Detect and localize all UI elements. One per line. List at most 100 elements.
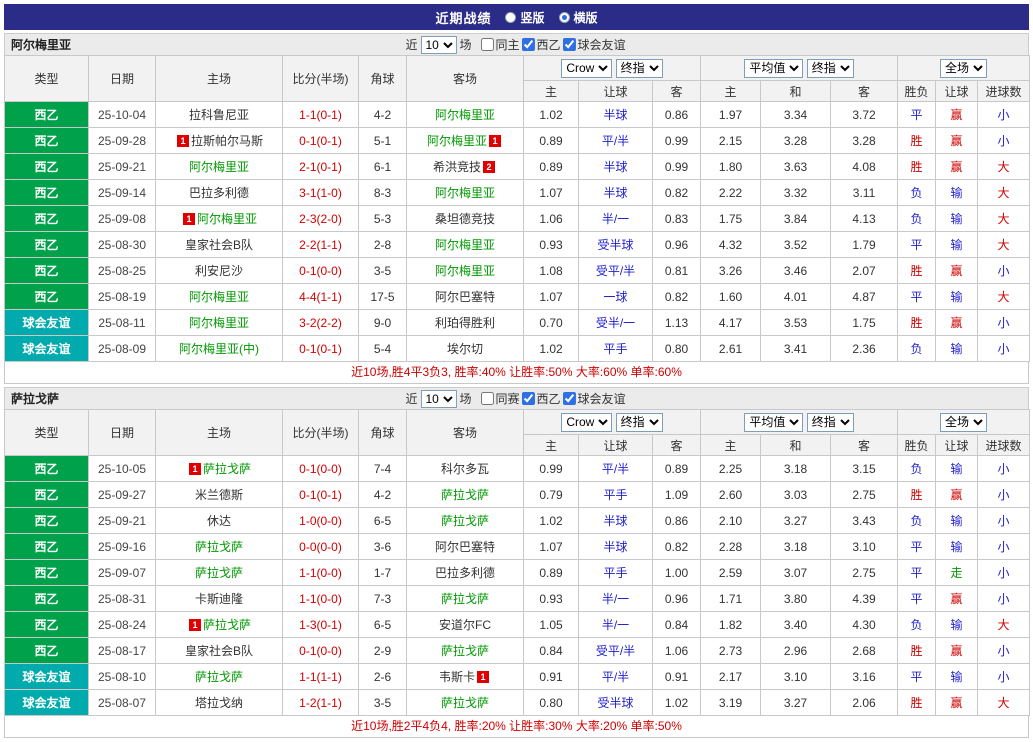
team-link[interactable]: 埃尔切 <box>447 342 483 356</box>
avg-select[interactable]: 平均值 <box>744 412 804 432</box>
team-link[interactable]: 阿尔梅里亚 <box>435 186 495 200</box>
filter-checkbox[interactable]: 同赛 <box>480 390 520 407</box>
team-link[interactable]: 皇家社会B队 <box>185 238 253 252</box>
odds-final-select[interactable]: 终指 <box>615 58 663 78</box>
team-link[interactable]: 利安尼沙 <box>195 264 243 278</box>
score-link[interactable]: 0-1(0-0) <box>282 455 359 482</box>
team-link[interactable]: 拉斯帕尔马斯 <box>191 134 263 148</box>
team-link[interactable]: 萨拉戈萨 <box>195 670 243 684</box>
corners: 9-0 <box>358 309 407 336</box>
team-link[interactable]: 塔拉戈纳 <box>195 696 243 710</box>
score-link[interactable]: 2-2(1-1) <box>282 231 359 258</box>
result-handicap: 赢 <box>935 257 979 284</box>
team-link[interactable]: 萨拉戈萨 <box>195 540 243 554</box>
avg-final-select[interactable]: 终指 <box>806 58 854 78</box>
view-option-vertical[interactable]: 竖版 <box>505 9 545 26</box>
team-link[interactable]: 阿尔梅里亚 <box>435 108 495 122</box>
checkbox-input[interactable] <box>562 392 576 405</box>
team-link[interactable]: 卡斯迪隆 <box>195 592 243 606</box>
team-link[interactable]: 利珀得胜利 <box>435 316 495 330</box>
team-link[interactable]: 阿尔梅里亚 <box>189 316 249 330</box>
score-link[interactable]: 1-0(0-0) <box>282 507 359 534</box>
score-link[interactable]: 3-1(1-0) <box>282 179 359 206</box>
team-link[interactable]: 阿尔梅里亚(中) <box>179 342 259 356</box>
avg-away: 2.75 <box>829 559 899 586</box>
filter-checkbox[interactable]: 球会友谊 <box>562 390 626 407</box>
avg-away: 4.13 <box>829 205 899 232</box>
team-link[interactable]: 休达 <box>207 514 231 528</box>
result-win-loss: 负 <box>897 205 937 232</box>
score-link[interactable]: 2-1(0-1) <box>282 153 359 180</box>
avg-select[interactable]: 平均值 <box>744 58 804 78</box>
filter-checkbox[interactable]: 西乙 <box>521 390 561 407</box>
odds-company-select[interactable]: Crow <box>561 412 613 432</box>
score-link[interactable]: 2-3(2-0) <box>282 205 359 232</box>
team-link[interactable]: 米兰德斯 <box>195 488 243 502</box>
score-link[interactable]: 0-1(0-0) <box>282 257 359 284</box>
score-link[interactable]: 1-3(0-1) <box>282 611 359 638</box>
checkbox-input[interactable] <box>562 38 576 51</box>
score-link[interactable]: 1-1(0-0) <box>282 559 359 586</box>
team-link[interactable]: 萨拉戈萨 <box>441 644 489 658</box>
odds-company-select[interactable]: Crow <box>561 58 613 78</box>
team-link[interactable]: 萨拉戈萨 <box>441 514 489 528</box>
team-link[interactable]: 阿尔梅里亚 <box>189 160 249 174</box>
scope-select[interactable]: 全场 <box>940 412 988 432</box>
corners: 1-7 <box>358 559 407 586</box>
view-option-horizontal[interactable]: 横版 <box>558 9 598 26</box>
score-link[interactable]: 0-1(0-1) <box>282 481 359 508</box>
away-team-cell: 巴拉多利德 <box>406 559 524 586</box>
team-link[interactable]: 皇家社会B队 <box>185 644 253 658</box>
checkbox-input[interactable] <box>480 38 494 51</box>
recent-count-select[interactable]: 10 <box>420 389 457 408</box>
odds-final-select[interactable]: 终指 <box>615 412 663 432</box>
score-link[interactable]: 3-2(2-2) <box>282 309 359 336</box>
checkbox-input[interactable] <box>521 392 535 405</box>
avg-draw: 3.80 <box>760 585 831 612</box>
filter-checkbox[interactable]: 球会友谊 <box>562 36 626 53</box>
team-link[interactable]: 萨拉戈萨 <box>441 592 489 606</box>
checkbox-input[interactable] <box>521 38 535 51</box>
score-link[interactable]: 1-1(0-0) <box>282 585 359 612</box>
team-link[interactable]: 巴拉多利德 <box>435 566 495 580</box>
team-link[interactable]: 阿尔梅里亚 <box>189 290 249 304</box>
team-link[interactable]: 阿尔梅里亚 <box>427 134 487 148</box>
avg-final-select[interactable]: 终指 <box>806 412 854 432</box>
team-link[interactable]: 阿尔巴塞特 <box>435 290 495 304</box>
team-link[interactable]: 萨拉戈萨 <box>441 696 489 710</box>
team-link[interactable]: 桑坦德竞技 <box>435 212 495 226</box>
odds-home: 1.07 <box>523 533 579 560</box>
team-link[interactable]: 拉科鲁尼亚 <box>189 108 249 122</box>
checkbox-input[interactable] <box>480 392 494 405</box>
team-link[interactable]: 阿尔梅里亚 <box>197 212 257 226</box>
filter-checkbox[interactable]: 西乙 <box>521 36 561 53</box>
score-link[interactable]: 0-1(0-1) <box>282 127 359 154</box>
team-link[interactable]: 萨拉戈萨 <box>441 488 489 502</box>
avg-draw: 3.53 <box>760 309 831 336</box>
filter-checkbox[interactable]: 同主 <box>480 36 520 53</box>
team-link[interactable]: 安道尔FC <box>439 618 491 632</box>
odds-home: 1.08 <box>523 257 579 284</box>
recent-count-select[interactable]: 10 <box>420 35 457 54</box>
team-name: 阿尔梅里亚 <box>11 38 72 52</box>
team-link[interactable]: 阿尔梅里亚 <box>435 238 495 252</box>
team-link[interactable]: 阿尔梅里亚 <box>435 264 495 278</box>
team-link[interactable]: 萨拉戈萨 <box>203 618 251 632</box>
col-odds-handicap: 让球 <box>578 80 653 102</box>
team-link[interactable]: 萨拉戈萨 <box>203 462 251 476</box>
score-link[interactable]: 1-1(1-1) <box>282 663 359 690</box>
score-link[interactable]: 0-1(0-0) <box>282 637 359 664</box>
score-link[interactable]: 1-1(0-1) <box>282 101 359 128</box>
score-link[interactable]: 4-4(1-1) <box>282 283 359 310</box>
team-link[interactable]: 阿尔巴塞特 <box>435 540 495 554</box>
away-team-cell: 阿尔梅里亚 <box>406 257 524 284</box>
team-link[interactable]: 韦斯卡 <box>439 670 475 684</box>
scope-select[interactable]: 全场 <box>940 58 988 78</box>
team-link[interactable]: 科尔多瓦 <box>441 462 489 476</box>
score-link[interactable]: 0-1(0-1) <box>282 335 359 362</box>
team-link[interactable]: 希洪竞技 <box>433 160 481 174</box>
team-link[interactable]: 萨拉戈萨 <box>195 566 243 580</box>
score-link[interactable]: 1-2(1-1) <box>282 689 359 716</box>
team-link[interactable]: 巴拉多利德 <box>189 186 249 200</box>
score-link[interactable]: 0-0(0-0) <box>282 533 359 560</box>
